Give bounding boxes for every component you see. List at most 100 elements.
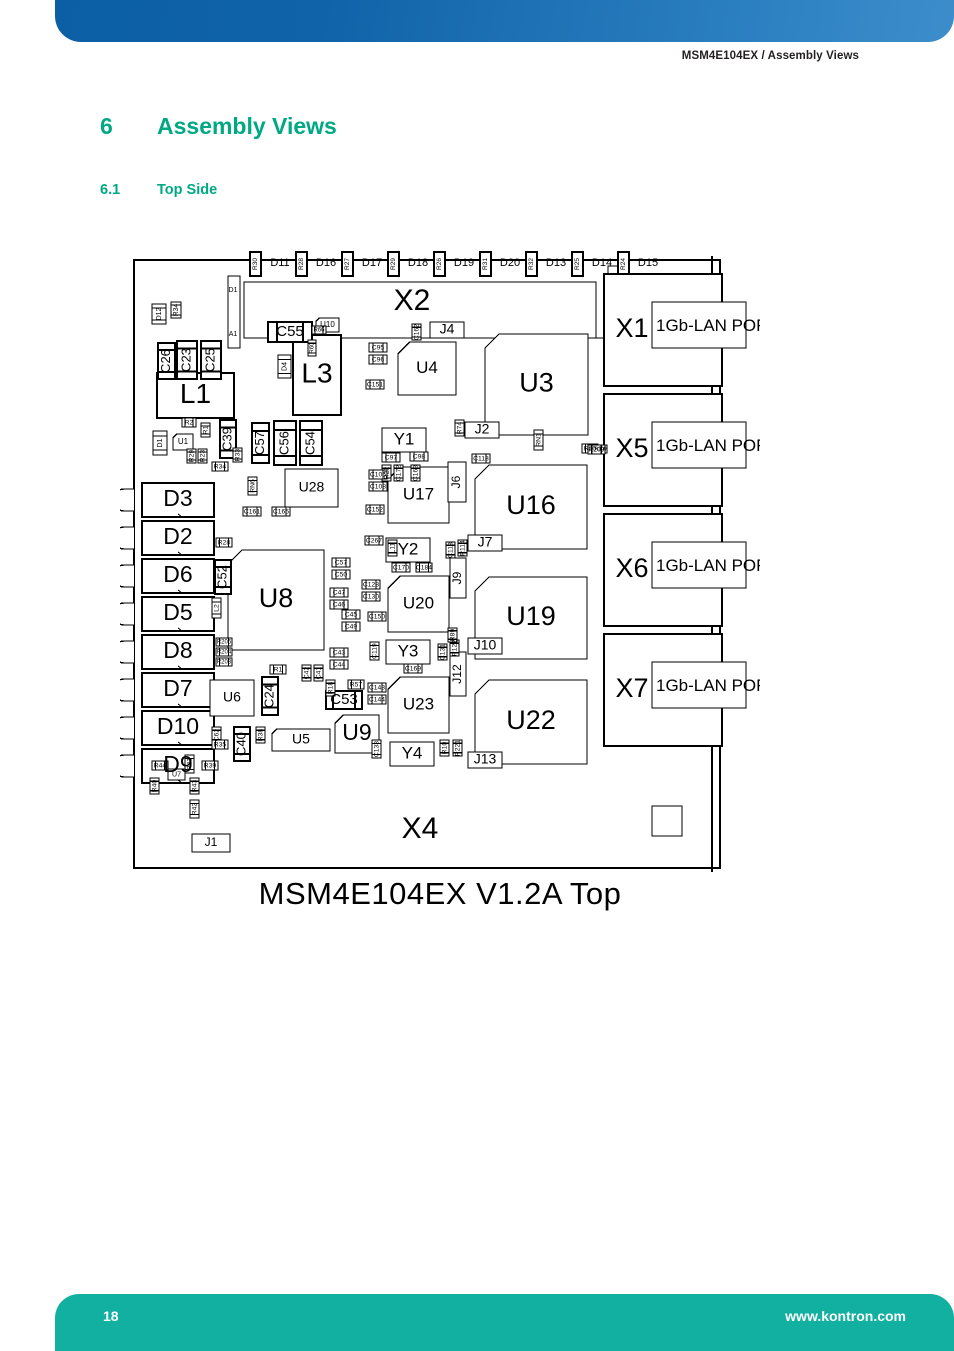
top-resistor-label-R29: R29 — [390, 258, 397, 270]
figure-caption: MSM4E104EX V1.2A Top — [258, 876, 622, 911]
top-resistor-label-R30: R30 — [252, 258, 259, 270]
passive-R39-74-label: R39 — [204, 762, 217, 769]
left-led-label-D8: D8 — [163, 637, 192, 663]
passive-C118-27-label: C118 — [473, 455, 489, 462]
crystal-label-Y3: Y3 — [398, 641, 419, 660]
page-number: 18 — [103, 1308, 119, 1324]
capacitor-label-C39: C39 — [219, 427, 234, 451]
passive-R204-66-label: R204 — [217, 650, 232, 656]
passive-C50-38-label: C50 — [335, 571, 348, 578]
passive-R34-1-label: R34 — [173, 303, 180, 316]
top-led-label-D16: D16 — [316, 257, 336, 269]
passive-R43-75-label: R43 — [191, 780, 198, 793]
jumper-label-J2: J2 — [475, 421, 490, 437]
passive-R60-3-label: R60 — [310, 342, 316, 354]
top-led-label-D11: D11 — [270, 257, 289, 269]
left-led-label-D6: D6 — [163, 561, 192, 587]
passive-R1-50-pad — [281, 664, 287, 675]
passive-C170-33-label: C170 — [393, 564, 409, 571]
passive-D1-5-pad — [152, 430, 168, 437]
passive-R205-65-label: R205 — [217, 640, 232, 646]
jumper-label-J13: J13 — [474, 751, 497, 767]
top-resistor-label-R32: R32 — [528, 258, 535, 270]
passive-R66-4-label: R66 — [313, 328, 325, 334]
passive-C165-14-label: C165 — [273, 508, 289, 515]
lan-connector-label-X6: X6 — [615, 553, 648, 583]
lan-connector-label-X1: X1 — [615, 313, 648, 343]
board-mounting-hole-lower — [651, 805, 683, 837]
left-led-label-D5: D5 — [163, 599, 192, 625]
passive-R89-59-label: R89 — [449, 629, 456, 642]
capacitor-pad-C57 — [251, 422, 270, 432]
crystal-label-Y4: Y4 — [402, 743, 423, 762]
pcb-assembly-drawing: X2 D1 A1 R30 D11 R28 D16 R27 D17 R29 D18 R26 D19 R31 D… — [120, 251, 760, 872]
header-breadcrumb: MSM4E104EX / Assembly Views — [681, 50, 859, 62]
crystal-label-Y1: Y1 — [394, 429, 415, 448]
passive-R34-10-label: R34 — [214, 463, 227, 470]
lan-connector-label-X7: X7 — [615, 673, 648, 703]
passive-R33-11-label: R33 — [234, 449, 241, 462]
capacitor-label-C55: C55 — [276, 323, 304, 340]
passive-R1-50-label: R1 — [274, 666, 283, 673]
section-title: Assembly Views — [157, 113, 337, 139]
passive-R42-76-label: R42 — [191, 803, 198, 816]
jumper-label-J6: J6 — [449, 475, 463, 488]
left-led-pad-D8 — [120, 640, 134, 664]
connector-X2-pin-D1: D1 — [229, 287, 238, 294]
left-led-pad-D5 — [120, 602, 134, 626]
passive-RN6-12-label: RN6 — [249, 479, 256, 493]
passive-C151-17-label: C151 — [367, 381, 383, 388]
capacitor-pad-C56 — [273, 420, 297, 431]
passive-C98-19-label: C98 — [413, 453, 426, 460]
left-led-pad-D2 — [120, 526, 134, 550]
passive-C130-44-label: C130 — [363, 593, 379, 600]
assembly-view-figure: X2 D1 A1 R30 D11 R28 D16 R27 D17 R29 D18 R26 D19 R31 D… — [120, 240, 760, 920]
passive-C184-34-label: C184 — [416, 564, 432, 571]
capacitor-label-C23: C23 — [178, 348, 193, 372]
passive-R35-69-label: R35 — [214, 741, 227, 748]
passive-C108-29-label: C108 — [370, 483, 386, 490]
passive-C97-18-label: C97 — [385, 454, 398, 461]
top-led-label-D13: D13 — [546, 257, 566, 269]
capacitor-label-C25: C25 — [202, 348, 217, 372]
passive-R1-7-label: R1 — [202, 425, 209, 434]
capacitor-label-C26: C26 — [158, 349, 173, 373]
jumper-label-J4: J4 — [440, 321, 455, 337]
connector-X2-pin-A1: A1 — [229, 331, 238, 338]
passive-L2-64-label: L2 — [213, 604, 220, 612]
jumper-label-J7: J7 — [478, 534, 493, 550]
component-U3-label: U3 — [519, 368, 554, 398]
top-led-label-D15: D15 — [638, 257, 658, 269]
passive-R40-72-label: R40 — [151, 780, 158, 793]
capacitor-pad-C57 — [251, 454, 270, 464]
capacitor-label-C40: C40 — [233, 732, 248, 756]
passive-C43-46-label: C43 — [333, 649, 346, 656]
passive-C47-39-label: C47 — [333, 589, 346, 596]
component-U9-label: U9 — [342, 719, 371, 745]
passive-C161-13-label: C161 — [244, 508, 260, 515]
jumper-label-J12: J12 — [450, 664, 464, 684]
component-L3-label: L3 — [301, 357, 332, 388]
passive-C133-60-label: C133 — [373, 741, 380, 757]
passive-C128-43-label: C128 — [363, 581, 379, 588]
left-led-pad-D9 — [120, 754, 134, 778]
left-led-pad-D10 — [120, 716, 134, 740]
passive-C119-55-label: C119 — [371, 643, 378, 659]
subsection-title: Top Side — [157, 182, 218, 198]
lan-port-text-X1: 1Gb-LAN PORT0 — [656, 316, 760, 335]
footer-url: www.kontron.com — [785, 1308, 906, 1324]
left-led-label-D2: D2 — [163, 523, 192, 549]
capacitor-pad-C24 — [261, 676, 279, 686]
capacitor-label-C56: C56 — [276, 431, 291, 455]
passive-C96-16-label: C96 — [372, 356, 385, 363]
passive-R221-62-label: R221 — [454, 740, 461, 756]
passive-L11-32-label: L11 — [389, 542, 396, 553]
crystal-label-Y2: Y2 — [398, 539, 419, 558]
passive-C144-54-label: C144 — [369, 696, 385, 703]
left-led-label-D7: D7 — [163, 675, 192, 701]
left-led-pad-D7 — [120, 678, 134, 702]
top-resistor-label-R28: R28 — [298, 258, 305, 270]
passive-D12-0-pad — [151, 303, 167, 309]
section-number: 6 — [100, 113, 113, 139]
silkscreen-label-X4: X4 — [402, 812, 439, 845]
